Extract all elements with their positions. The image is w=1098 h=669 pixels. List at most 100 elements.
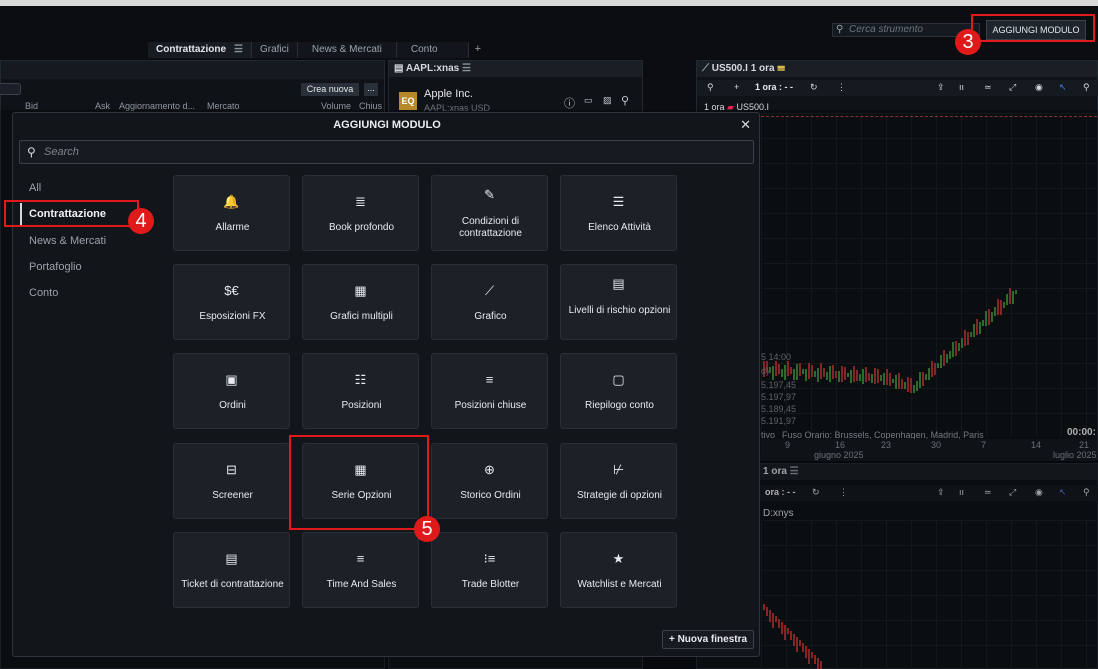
module-tile-label: Condizioni di contrattazione xyxy=(459,216,522,239)
module-tile-label: Screener xyxy=(212,490,253,501)
module-tile-label: Allarme xyxy=(215,222,250,233)
fx-icon: $€ xyxy=(224,283,239,298)
module-tile-label: Storico Ordini xyxy=(460,490,521,501)
module-tile-label: Riepilogo conto xyxy=(585,400,654,411)
tab-label: Grafici xyxy=(259,44,289,55)
time-sales-icon: ≡ xyxy=(356,551,365,566)
category-all[interactable]: All xyxy=(29,182,41,194)
watchlist-header xyxy=(1,61,384,79)
module-tile-elenco-attivit-[interactable]: ☰ Elenco Attività xyxy=(560,175,677,251)
app-root: ⚲ Cerca strumento AGGIUNGI MODULO 3 Cont… xyxy=(0,0,1098,669)
step-badge-5: 5 xyxy=(414,516,440,542)
highlight-box-serie-opzioni xyxy=(289,435,429,530)
module-tile-label: Strategie di opzioni xyxy=(576,490,663,501)
module-tile-posizioni[interactable]: ☷ Posizioni xyxy=(302,353,419,429)
tab-grafici[interactable]: Grafici xyxy=(251,42,298,58)
tab-label: Contrattazione xyxy=(156,44,226,55)
edit-doc-icon: ✎ xyxy=(484,187,495,202)
module-tile-label: Esposizioni FX xyxy=(199,311,266,322)
tab-contrattazione[interactable]: Contrattazione ☰ xyxy=(148,42,252,58)
closed-positions-icon: ≡ xyxy=(485,372,494,387)
risk-grid-icon: ▤ xyxy=(612,276,625,291)
highlight-box-category xyxy=(4,200,139,227)
watchlist-selector[interactable] xyxy=(0,83,21,95)
multi-chart-icon: ▦ xyxy=(354,283,367,298)
create-new-button[interactable]: Crea nuova xyxy=(301,83,359,96)
module-tile-allarme[interactable]: 🔔 Allarme xyxy=(173,175,290,251)
star-icon: ★ xyxy=(612,551,625,566)
module-tile-label: Ticket di contrattazione xyxy=(181,579,284,590)
highlight-box-add-module xyxy=(971,14,1095,42)
dialog-title: AGGIUNGI MODULO xyxy=(333,119,441,131)
category-news-mercati[interactable]: News & Mercati xyxy=(29,235,106,247)
module-search-placeholder: Search xyxy=(44,146,79,158)
add-tab-button[interactable]: + xyxy=(469,42,481,58)
module-tile-storico-ordini[interactable]: ⊕ Storico Ordini xyxy=(431,443,548,519)
tab-label: Conto xyxy=(410,44,438,55)
module-tile-label: Elenco Attività xyxy=(588,222,651,233)
chart-icon[interactable]: ▨ xyxy=(603,95,612,106)
module-tile-livelli-di-rischio-opzioni[interactable]: ▤ Livelli di rischio opzioni xyxy=(560,264,677,340)
book-icon: ≣ xyxy=(355,194,366,209)
category-portafoglio[interactable]: Portafoglio xyxy=(29,261,82,273)
workspace-tabs: Contrattazione ☰ Grafici News & Mercati C… xyxy=(148,42,481,58)
bell-icon: 🔔 xyxy=(223,194,240,209)
info-icon[interactable]: ⓘ xyxy=(564,95,575,111)
cfd-icon[interactable]: ▭ xyxy=(584,95,593,106)
instrument-search-placeholder: Cerca strumento xyxy=(849,24,923,35)
module-tile-label: Grafici multipli xyxy=(330,311,393,322)
tab-conto[interactable]: Conto xyxy=(396,42,469,58)
list-icon: ▤ xyxy=(394,63,406,74)
line-chart-icon: ⟋ xyxy=(484,283,495,298)
module-tile-esposizioni-fx[interactable]: $€ Esposizioni FX xyxy=(173,264,290,340)
module-search-input[interactable]: ⚲ Search xyxy=(19,140,754,164)
hamburger-icon[interactable]: ☰ xyxy=(459,63,471,74)
category-conto[interactable]: Conto xyxy=(29,287,58,299)
order-history-icon: ⊕ xyxy=(484,462,495,477)
module-tile-label: Posizioni xyxy=(341,400,382,411)
more-button[interactable]: ... xyxy=(364,83,378,96)
module-tile-watchlist-e-mercati[interactable]: ★ Watchlist e Mercati xyxy=(560,532,677,608)
module-tile-label: Posizioni chiuse xyxy=(454,400,527,411)
module-tile-label: Watchlist e Mercati xyxy=(577,579,662,590)
module-tile-time-and-sales[interactable]: ≡ Time And Sales xyxy=(302,532,419,608)
module-tile-label: Grafico xyxy=(474,311,507,322)
module-tile-grafico[interactable]: ⟋ Grafico xyxy=(431,264,548,340)
module-tile-label: Ordini xyxy=(219,400,246,411)
tab-label: News & Mercati xyxy=(311,44,382,55)
step-badge-4: 4 xyxy=(128,208,154,234)
module-tile-trade-blotter[interactable]: ⁝≡ Trade Blotter xyxy=(431,532,548,608)
module-tile-posizioni-chiuse[interactable]: ≡ Posizioni chiuse xyxy=(431,353,548,429)
new-window-button[interactable]: + Nuova finestra xyxy=(662,630,754,649)
search-icon: ⚲ xyxy=(836,24,844,35)
account-summary-icon: ▢ xyxy=(612,372,625,387)
module-tile-grafici-multipli[interactable]: ▦ Grafici multipli xyxy=(302,264,419,340)
tab-news-mercati[interactable]: News & Mercati xyxy=(297,42,397,58)
strategy-icon: ⊬ xyxy=(612,462,625,477)
search-icon[interactable]: ⚲ xyxy=(621,94,629,107)
equity-badge: EQ xyxy=(399,92,417,110)
hamburger-icon[interactable]: ☰ xyxy=(234,44,243,55)
step-badge-3: 3 xyxy=(955,29,981,55)
list-icon: ☰ xyxy=(612,194,625,209)
browser-top-strip xyxy=(0,0,1098,6)
module-tile-screener[interactable]: ⊟ Screener xyxy=(173,443,290,519)
add-module-dialog: AGGIUNGI MODULO ✕ ⚲ Search All Contratta… xyxy=(12,112,760,657)
instrument-panel-header: ▤ AAPL:xnas ☰ xyxy=(389,61,642,77)
orders-icon: ▣ xyxy=(225,372,238,387)
module-tile-ticket-di-contrattazione[interactable]: ▤ Ticket di contrattazione xyxy=(173,532,290,608)
module-tile-label: Book profondo xyxy=(328,222,395,233)
module-tile-ordini[interactable]: ▣ Ordini xyxy=(173,353,290,429)
search-icon: ⚲ xyxy=(27,145,36,159)
ticket-icon: ▤ xyxy=(225,551,238,566)
module-tile-condizioni-di-contrattazione[interactable]: ✎ Condizioni di contrattazione xyxy=(431,175,548,251)
module-tile-label: Livelli di rischio opzioni xyxy=(568,305,671,316)
blotter-icon: ⁝≡ xyxy=(483,551,496,566)
module-tile-riepilogo-conto[interactable]: ▢ Riepilogo conto xyxy=(560,353,677,429)
screener-icon: ⊟ xyxy=(226,462,237,477)
module-tile-strategie-di-opzioni[interactable]: ⊬ Strategie di opzioni xyxy=(560,443,677,519)
module-tile-book-profondo[interactable]: ≣ Book profondo xyxy=(302,175,419,251)
instrument-name: Apple Inc. xyxy=(424,88,473,100)
positions-icon: ☷ xyxy=(354,372,367,387)
close-icon[interactable]: ✕ xyxy=(740,117,751,133)
